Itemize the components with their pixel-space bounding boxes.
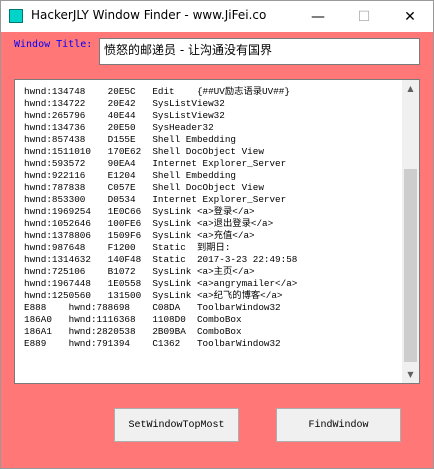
- window-title-label: Window Title:: [14, 39, 93, 50]
- scroll-down-arrow-icon[interactable]: ▼: [402, 366, 419, 383]
- list-item[interactable]: hwnd:593572 90EA4 Internet Explorer_Serv…: [24, 158, 404, 170]
- list-item[interactable]: E889 hwnd:791394 C1362 ToolbarWindow32: [24, 338, 404, 350]
- window-title: HackerJLY Window Finder - www.JiFei.co: [31, 8, 267, 22]
- maximize-icon: ☐: [357, 8, 371, 25]
- list-item[interactable]: hwnd:787838 C057E Shell DocObject View: [24, 182, 404, 194]
- list-item[interactable]: hwnd:1378806 1509F6 SysLink <a>充值</a>: [24, 230, 404, 242]
- list-item[interactable]: hwnd:134736 20E50 SysHeader32: [24, 122, 404, 134]
- title-bar[interactable]: HackerJLY Window Finder - www.JiFei.co —…: [1, 1, 433, 32]
- list-item[interactable]: hwnd:1511010 170E62 Shell DocObject View: [24, 146, 404, 158]
- close-button[interactable]: ✕: [387, 1, 433, 32]
- app-window: HackerJLY Window Finder - www.JiFei.co —…: [0, 0, 434, 469]
- list-item[interactable]: hwnd:987648 F1200 Static 到期日:: [24, 242, 404, 254]
- vertical-scrollbar[interactable]: ▲ ▼: [402, 80, 419, 383]
- list-item[interactable]: 186A0 hwnd:1116368 1108D0 ComboBox: [24, 314, 404, 326]
- app-icon: [9, 9, 23, 23]
- list-item[interactable]: hwnd:1967448 1E0558 SysLink <a>angrymail…: [24, 278, 404, 290]
- list-item[interactable]: hwnd:1250560 131500 SysLink <a>纪飞的博客</a>: [24, 290, 404, 302]
- list-item[interactable]: hwnd:134722 20E42 SysListView32: [24, 98, 404, 110]
- list-item[interactable]: hwnd:725106 B1072 SysLink <a>主页</a>: [24, 266, 404, 278]
- find-window-button[interactable]: FindWindow: [276, 408, 401, 442]
- list-item[interactable]: hwnd:1314632 140F48 Static 2017-3-23 22:…: [24, 254, 404, 266]
- scroll-up-arrow-icon[interactable]: ▲: [402, 80, 419, 97]
- list-item[interactable]: hwnd:1052646 100FE6 SysLink <a>退出登录</a>: [24, 218, 404, 230]
- window-list-rows: hwnd:134748 20E5C Edit {##UV励志语录UV##} hw…: [24, 86, 404, 350]
- scrollbar-thumb[interactable]: [404, 169, 417, 362]
- minimize-button[interactable]: —: [295, 1, 341, 32]
- list-item[interactable]: hwnd:265796 40E44 SysListView32: [24, 110, 404, 122]
- window-list[interactable]: hwnd:134748 20E5C Edit {##UV励志语录UV##} hw…: [14, 79, 420, 384]
- list-item[interactable]: 186A1 hwnd:2820538 2B09BA ComboBox: [24, 326, 404, 338]
- maximize-button[interactable]: ☐: [341, 1, 387, 32]
- list-item[interactable]: hwnd:134748 20E5C Edit {##UV励志语录UV##}: [24, 86, 404, 98]
- list-item[interactable]: hwnd:1969254 1E0C66 SysLink <a>登录</a>: [24, 206, 404, 218]
- set-window-top-most-button[interactable]: SetWindowTopMost: [114, 408, 239, 442]
- list-item[interactable]: hwnd:853300 D0534 Internet Explorer_Serv…: [24, 194, 404, 206]
- window-title-field[interactable]: 愤怒的邮递员 - 让沟通没有国界: [99, 38, 420, 65]
- list-item[interactable]: E888 hwnd:788698 C08DA ToolbarWindow32: [24, 302, 404, 314]
- minimize-icon: —: [311, 8, 325, 25]
- list-item[interactable]: hwnd:857438 D155E Shell Embedding: [24, 134, 404, 146]
- list-item[interactable]: hwnd:922116 E1204 Shell Embedding: [24, 170, 404, 182]
- close-icon: ✕: [404, 8, 416, 25]
